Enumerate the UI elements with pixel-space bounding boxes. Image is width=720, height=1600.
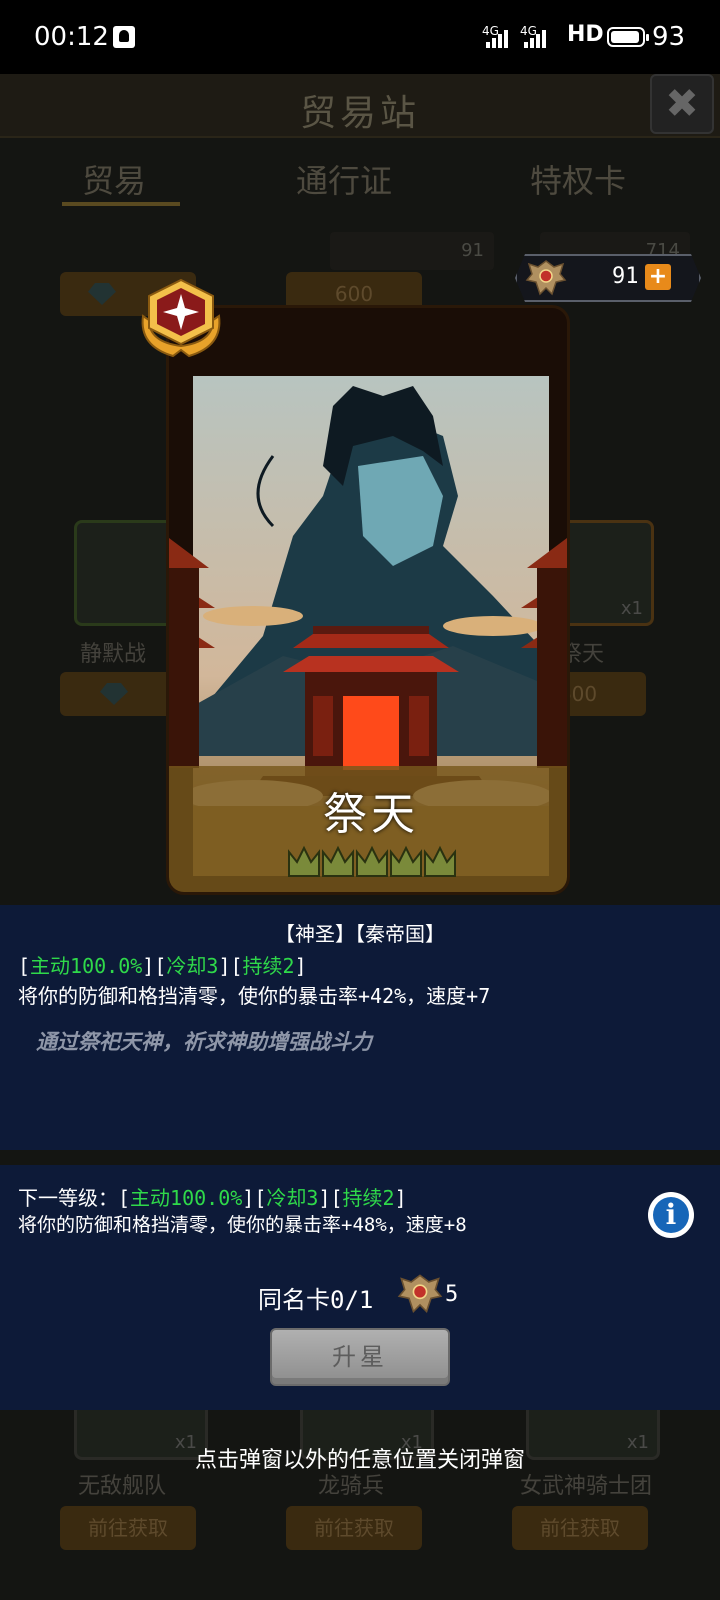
bg-resource-1: 91 [330,232,494,270]
left-pagoda-icon [169,538,215,768]
tab-trade[interactable]: 贸易 [82,156,146,202]
duplicate-card-count: 同名卡0/1 [258,1286,374,1314]
bg-goto-button-1[interactable]: 前往获取 [60,1506,196,1550]
status-time: 00:12 [34,22,109,52]
signal-bars-icon-2 [524,28,546,48]
unit-card: 祭天 [166,305,570,895]
add-currency-button[interactable]: + [645,264,671,290]
compass-rose-laurel-icon [141,278,221,358]
currency-value: 91 [612,264,639,289]
notification-icon [113,26,135,48]
currency-display: 91 + [515,254,701,302]
signal-bars-icon-1 [486,28,508,48]
eagle-emblem-icon [525,258,567,298]
upgrade-star-button[interactable]: 升星 [270,1328,450,1386]
crown-rating-icon [288,845,456,877]
status-bar: 00:12 4G 4G HD 93 [0,0,720,74]
close-hint: 点击弹窗以外的任意位置关闭弹窗 [194,1448,525,1473]
battery-icon [607,27,649,47]
stat-cooldown: 冷却3 [166,954,219,978]
bg-title: 贸易站 [299,93,420,134]
upgrade-cost: 5 [445,1282,459,1307]
stat-duration: 持续2 [242,954,295,978]
card-name: 祭天 [323,789,419,840]
next-level-description: 将你的防御和格挡清零，使你的暴击率+48%，速度+8 [18,1214,467,1236]
skill-flavor-text: 通过祭祀天神，祈求神助增强战斗力 [36,1030,372,1054]
tab-pass[interactable]: 通行证 [296,156,392,202]
eagle-emblem-icon [397,1274,443,1314]
skill-stats: [主动100.0%][冷却3][持续2] [18,954,307,978]
bg-goto-button-2[interactable]: 前往获取 [286,1506,422,1550]
close-icon[interactable]: ✖ [650,74,714,134]
hd-indicator: HD [567,22,604,47]
tab-underline [62,202,180,206]
right-pagoda-icon [521,538,567,768]
bg-header: 贸易站 ✖ [0,74,720,138]
bg-item-name-1: 静默战 [80,642,147,667]
stat-active: 主动100.0% [30,954,143,978]
skill-description: 将你的防御和格挡清零，使你的暴击率+42%，速度+7 [18,984,491,1008]
card-tags: 【神圣】【秦帝国】 [275,922,445,946]
bg-goto-button-3[interactable]: 前往获取 [512,1506,648,1550]
tab-privilege[interactable]: 特权卡 [530,156,626,202]
battery-percent: 93 [652,22,686,52]
info-icon[interactable]: i [648,1192,694,1238]
next-level-stats: 下一等级：[主动100.0%][冷却3][持续2] [18,1186,407,1210]
